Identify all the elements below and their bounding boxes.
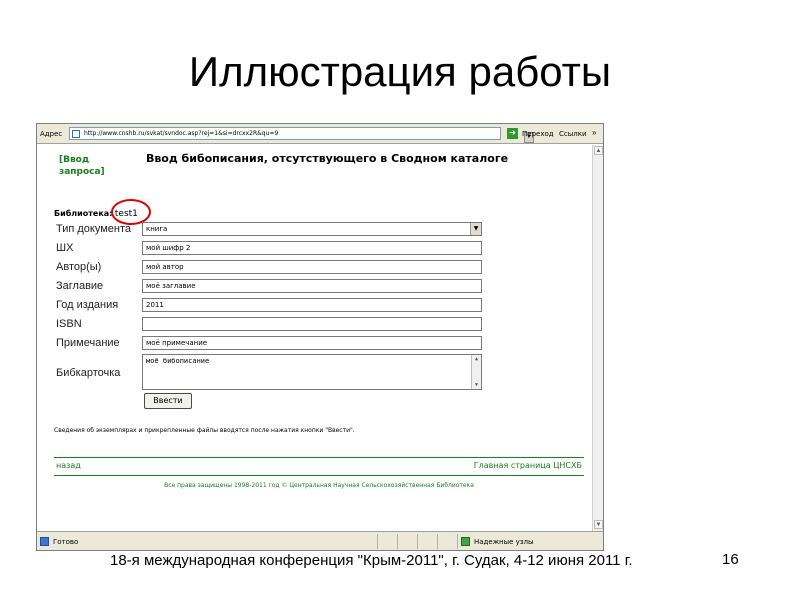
status-zone: Надежные узлы bbox=[474, 538, 534, 546]
status-text: Готово bbox=[53, 538, 79, 546]
browser-window: Адрес http://www.cnshb.ru/svkat/svndoc.a… bbox=[36, 123, 604, 551]
submit-button[interactable]: Ввести bbox=[144, 393, 192, 409]
doc-type-value: книга bbox=[146, 225, 168, 233]
page-content: [Ввод запроса] Ввод бибописания, отсутст… bbox=[37, 145, 592, 531]
field-label-note: Примечание bbox=[56, 337, 120, 349]
library-label: Библиотека: bbox=[54, 209, 113, 218]
slide-footer: 18-я международная конференция "Крым-201… bbox=[110, 552, 633, 569]
address-input[interactable]: http://www.cnshb.ru/svkat/svndoc.asp?rej… bbox=[69, 127, 534, 143]
title-input[interactable]: моё заглавие bbox=[142, 279, 482, 293]
field-label-year: Год издания bbox=[56, 299, 119, 311]
status-bar: Готово Надежные узлы bbox=[37, 531, 603, 550]
copyright-text: Все права защищены 1998-2011 год © Центр… bbox=[164, 482, 474, 489]
divider bbox=[54, 475, 584, 476]
card-textarea[interactable]: моё бибописание ▲ ▼ bbox=[142, 354, 482, 390]
textarea-scrollbar[interactable]: ▲ ▼ bbox=[471, 355, 481, 389]
field-label-card: Бибкарточка bbox=[56, 367, 121, 379]
shelf-code-input[interactable]: мой шифр 2 bbox=[142, 241, 482, 255]
back-link[interactable]: назад bbox=[56, 461, 81, 470]
status-divider bbox=[397, 534, 398, 549]
status-divider bbox=[377, 534, 378, 549]
slide-page-number: 16 bbox=[722, 551, 739, 568]
info-note: Сведения об экземплярах и прикрепленные … bbox=[54, 427, 355, 434]
scroll-down-icon[interactable]: ▼ bbox=[594, 520, 603, 529]
divider bbox=[54, 457, 584, 458]
page-scrollbar[interactable]: ▲ ▼ bbox=[592, 145, 603, 531]
field-label-title: Заглавие bbox=[56, 280, 104, 292]
field-label-isbn: ISBN bbox=[56, 318, 82, 330]
status-divider bbox=[437, 534, 438, 549]
note-input[interactable]: моё примечание bbox=[142, 336, 482, 350]
field-label-author: Автор(ы) bbox=[56, 261, 102, 273]
page-favicon-icon bbox=[72, 130, 80, 138]
status-divider bbox=[457, 534, 458, 549]
scroll-up-icon[interactable]: ▲ bbox=[594, 146, 603, 155]
trusted-zone-icon bbox=[461, 537, 470, 546]
doc-type-select[interactable]: книга ▼ bbox=[142, 222, 482, 236]
links-button[interactable]: Ссылки bbox=[559, 130, 587, 138]
card-text: моё бибописание bbox=[146, 357, 210, 365]
home-link[interactable]: Главная страница ЦНСХБ bbox=[432, 461, 582, 470]
author-input[interactable]: мой автор bbox=[142, 260, 482, 274]
go-arrow-icon[interactable]: ➜ bbox=[507, 128, 518, 139]
field-label-doc-type: Тип документа bbox=[56, 223, 132, 235]
address-url: http://www.cnshb.ru/svkat/svndoc.asp?rej… bbox=[84, 130, 279, 137]
new-query-link[interactable]: [Ввод запроса] bbox=[59, 154, 119, 178]
page-heading: Ввод бибописания, отсутствующего в Сводн… bbox=[145, 152, 509, 165]
scroll-up-icon[interactable]: ▲ bbox=[472, 355, 481, 363]
scroll-down-icon[interactable]: ▼ bbox=[472, 381, 481, 389]
field-label-shelf-code: ШХ bbox=[56, 242, 74, 254]
chevron-down-icon[interactable]: ▼ bbox=[470, 223, 481, 235]
chevron-right-icon[interactable]: » bbox=[592, 128, 596, 137]
address-label: Адрес bbox=[40, 130, 63, 138]
slide-title: Иллюстрация работы bbox=[188, 48, 612, 95]
status-divider bbox=[417, 534, 418, 549]
year-input[interactable]: 2011 bbox=[142, 298, 482, 312]
page-status-icon bbox=[40, 537, 49, 546]
isbn-input[interactable] bbox=[142, 317, 482, 331]
go-button[interactable]: Переход bbox=[522, 130, 554, 138]
address-bar: Адрес http://www.cnshb.ru/svkat/svndoc.a… bbox=[37, 124, 603, 144]
